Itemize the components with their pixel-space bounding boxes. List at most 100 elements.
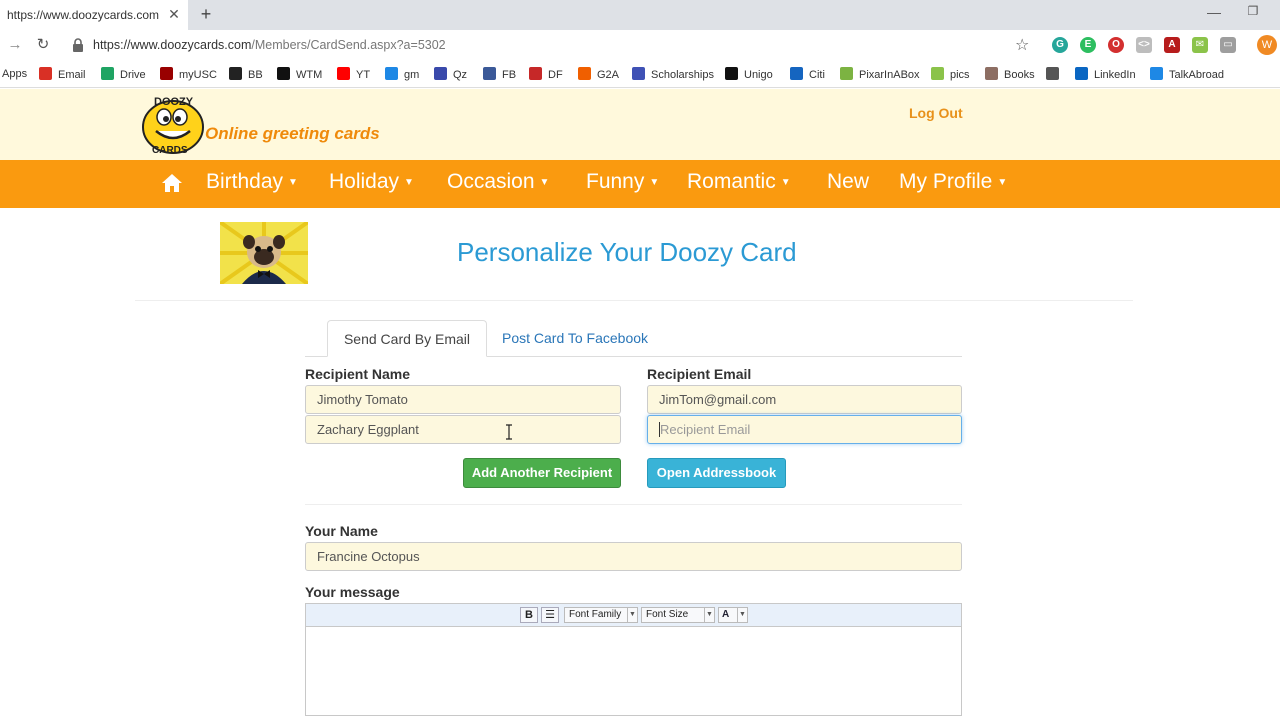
address-bar-row: → ↻ https://www.doozycards.com/Members/C…	[0, 30, 1280, 60]
nav-item-label: Occasion	[447, 170, 535, 193]
bookmarks-bar: Apps Email Drive myUSC BB WTM YT gm Qz FB DF G2A Sch…	[0, 60, 1280, 88]
back-arrow-icon[interactable]: →	[6, 36, 24, 54]
nav-item-romantic[interactable]: Romantic ▼	[687, 170, 791, 194]
editor-toolbar: B ☰ Font Family ▼ Font Size ▼ A ▼	[306, 604, 961, 627]
profile-avatar[interactable]: W	[1257, 35, 1277, 55]
bookmark-myusc[interactable]: myUSC	[160, 67, 217, 81]
bookmark-apps[interactable]: Apps	[2, 67, 27, 81]
bookmark-yt[interactable]: YT	[337, 67, 370, 81]
chevron-down-icon: ▼	[737, 608, 747, 622]
recipient-email-input[interactable]: JimTom@gmail.com	[647, 385, 962, 414]
your-name-input[interactable]: Francine Octopus	[305, 542, 962, 571]
message-editor[interactable]: B ☰ Font Family ▼ Font Size ▼ A ▼	[305, 603, 962, 716]
divider	[135, 300, 1133, 301]
bookmark-email[interactable]: Email	[39, 67, 86, 81]
bookmark-linkedin[interactable]: LinkedIn	[1075, 67, 1136, 81]
unigo-icon	[725, 67, 738, 80]
bookmark-label: Drive	[120, 69, 146, 81]
bookmark-scholarships[interactable]: Scholarships	[632, 67, 714, 81]
scholarships-icon	[632, 67, 645, 80]
bookmark-unigo[interactable]: Unigo	[725, 67, 773, 81]
new-tab-button[interactable]: +	[196, 4, 216, 24]
window-minimize-icon[interactable]: —	[1205, 4, 1223, 22]
bookmark-label: PixarInABox	[859, 69, 920, 81]
wtm-icon	[277, 67, 290, 80]
font-family-select[interactable]: Font Family ▼	[564, 607, 638, 623]
bookmark-citi[interactable]: Citi	[790, 67, 825, 81]
bookmark-qz[interactable]: Qz	[434, 67, 467, 81]
evernote-extension-icon[interactable]: E	[1080, 37, 1096, 53]
cast-extension-icon[interactable]: ▭	[1220, 37, 1236, 53]
home-icon[interactable]	[161, 173, 183, 193]
bookmark-df[interactable]: DF	[529, 67, 563, 81]
pics-icon	[931, 67, 944, 80]
code-extension-icon[interactable]: <>	[1136, 37, 1152, 53]
svg-text:DOOZY: DOOZY	[154, 96, 194, 108]
nav-item-new[interactable]: New	[827, 170, 869, 194]
grammarly-extension-icon[interactable]: G	[1052, 37, 1068, 53]
bookmark-g2a[interactable]: G2A	[578, 67, 619, 81]
bookmark-fb[interactable]: FB	[483, 67, 516, 81]
bookmark-label: Apps	[2, 68, 28, 80]
align-icon[interactable]: ☰	[541, 607, 559, 623]
browser-tab[interactable]: https://www.doozycards.com/Me	[0, 0, 188, 30]
bookmark-drive[interactable]: Drive	[101, 67, 146, 81]
recipient-email-input[interactable]: Recipient Email	[647, 415, 962, 444]
nav-item-label: New	[827, 170, 870, 193]
browser-tab-bar: https://www.doozycards.com/Me ✕ + — ❐	[0, 0, 1280, 30]
pdf-extension-icon[interactable]: A	[1164, 37, 1180, 53]
open-addressbook-button[interactable]: Open Addressbook	[647, 458, 786, 488]
text-cursor-icon	[506, 424, 512, 440]
divider	[305, 504, 962, 505]
window-restore-icon[interactable]: ❐	[1244, 4, 1262, 22]
nav-item-funny[interactable]: Funny ▼	[586, 170, 659, 194]
bold-button[interactable]: B	[520, 607, 538, 623]
card-thumbnail-pug	[220, 222, 308, 284]
page-title: Personalize Your Doozy Card	[457, 237, 797, 267]
doozy-cards-logo[interactable]: DOOZY CARDS	[140, 93, 206, 155]
bookmark-globe[interactable]	[1046, 67, 1059, 81]
add-another-recipient-button[interactable]: Add Another Recipient	[463, 458, 621, 488]
bookmark-pics[interactable]: pics	[931, 67, 970, 81]
tab-post-to-facebook[interactable]: Post Card To Facebook	[502, 330, 648, 346]
bookmark-bb[interactable]: BB	[229, 67, 263, 81]
nav-item-label: Holiday	[329, 170, 400, 193]
your-message-label: Your message	[305, 584, 400, 600]
bookmark-talkabroad[interactable]: TalkAbroad	[1150, 67, 1224, 81]
caret-down-icon: ▼	[539, 177, 550, 188]
reload-icon[interactable]: ↻	[34, 36, 52, 54]
bookmark-label: YT	[356, 69, 371, 81]
url-field[interactable]: https://www.doozycards.com/Members/CardS…	[93, 38, 446, 52]
bookmark-label: BB	[248, 69, 263, 81]
bookmark-books[interactable]: Books	[985, 67, 1035, 81]
bookmark-pixarinabox[interactable]: PixarInABox	[840, 67, 920, 81]
bookmark-label: FB	[502, 69, 517, 81]
recipient-name-input[interactable]: Zachary Eggplant	[305, 415, 621, 444]
text-color-button[interactable]: A ▼	[718, 607, 748, 623]
chevron-down-icon: ▼	[627, 608, 637, 622]
nav-item-birthday[interactable]: Birthday ▼	[206, 170, 298, 194]
drive-icon	[101, 67, 114, 80]
recipient-name-input[interactable]: Jimothy Tomato	[305, 385, 621, 414]
nav-item-label: Birthday	[206, 170, 284, 193]
font-size-label: Font Size	[646, 609, 689, 620]
talkabroad-icon	[1150, 67, 1163, 80]
tab-send-by-email[interactable]: Send Card By Email	[327, 320, 487, 357]
bookmark-label: Scholarships	[651, 69, 714, 81]
bookmark-wtm[interactable]: WTM	[277, 67, 322, 81]
bookmark-star-icon[interactable]: ☆	[1015, 35, 1029, 55]
nav-item-my-profile[interactable]: My Profile ▼	[899, 170, 1007, 194]
logout-link[interactable]: Log Out	[909, 105, 963, 121]
adblock-extension-icon[interactable]: O	[1108, 37, 1124, 53]
gm-icon	[385, 67, 398, 80]
df-icon	[529, 67, 542, 80]
bb-icon	[229, 67, 242, 80]
recipient-name-label: Recipient Name	[305, 366, 411, 382]
bookmark-gm[interactable]: gm	[385, 67, 419, 81]
inbox-extension-icon[interactable]: ✉	[1192, 37, 1208, 53]
tab-close-icon[interactable]: ✕	[166, 6, 182, 22]
nav-item-occasion[interactable]: Occasion ▼	[447, 170, 549, 194]
font-size-select[interactable]: Font Size ▼	[641, 607, 715, 623]
citi-icon	[790, 67, 803, 80]
nav-item-holiday[interactable]: Holiday ▼	[329, 170, 414, 194]
